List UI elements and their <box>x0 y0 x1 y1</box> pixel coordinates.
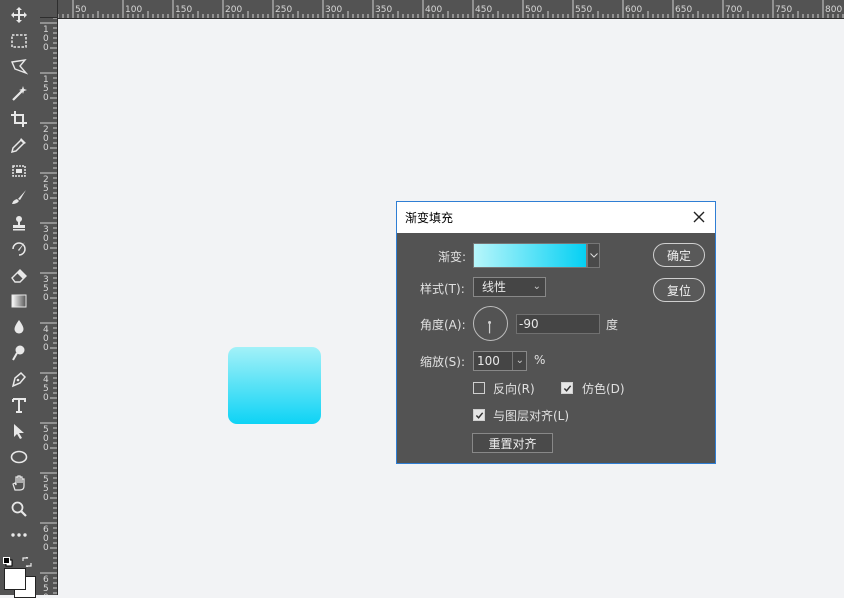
hand-icon[interactable] <box>8 473 30 493</box>
marquee-icon[interactable] <box>8 31 30 51</box>
zoom-icon[interactable] <box>8 499 30 519</box>
tools-panel <box>0 0 41 598</box>
eyedropper-icon[interactable] <box>8 135 30 155</box>
path-selection-icon[interactable] <box>8 421 30 441</box>
ok-button[interactable]: 确定 <box>653 243 705 267</box>
brush-icon[interactable] <box>8 187 30 207</box>
blur-icon[interactable] <box>8 317 30 337</box>
close-icon[interactable] <box>689 207 709 227</box>
ruler-label: 600 <box>625 5 643 15</box>
dodge-icon[interactable] <box>8 343 30 363</box>
checkmark-icon <box>475 411 483 419</box>
ruler-label: 300 <box>43 225 49 253</box>
lasso-icon[interactable] <box>8 57 30 77</box>
ruler-label: 700 <box>725 5 743 15</box>
reverse-checkbox[interactable] <box>473 382 485 394</box>
ruler-label: 500 <box>43 425 49 453</box>
crop-icon[interactable] <box>8 109 30 129</box>
vertical-ruler: 100 150 200 250 300 350 400 450 500 550 600 650 <box>40 18 58 595</box>
scale-input-value: 100 <box>477 354 500 368</box>
style-select[interactable]: 线性 ⌄ <box>473 277 546 297</box>
history-brush-icon[interactable] <box>8 239 30 259</box>
healing-brush-icon[interactable] <box>8 161 30 181</box>
foreground-color-swatch[interactable] <box>4 568 26 590</box>
ruler-label: 450 <box>475 5 493 15</box>
ruler-label: 250 <box>275 5 293 15</box>
ruler-label: 100 <box>43 25 49 53</box>
style-select-value: 线性 <box>482 280 507 294</box>
ruler-label: 800 <box>825 5 843 15</box>
dither-label: 仿色(D) <box>582 382 625 396</box>
gradient-label: 渐变: <box>438 250 467 264</box>
ruler-label: 750 <box>775 5 793 15</box>
ruler-label: 350 <box>375 5 393 15</box>
ruler-label: 550 <box>43 475 49 503</box>
more-tools-icon[interactable] <box>8 525 30 545</box>
checkmark-icon <box>563 384 571 392</box>
scale-label: 缩放(S): <box>420 355 466 369</box>
gradient-preview-swatch[interactable] <box>473 243 587 268</box>
scale-unit: % <box>534 353 546 367</box>
style-label: 样式(T): <box>420 282 465 296</box>
pen-icon[interactable] <box>8 369 30 389</box>
align-with-layer-label: 与图层对齐(L) <box>493 409 570 423</box>
ruler-label: 550 <box>575 5 593 15</box>
ruler-label: 600 <box>43 525 49 553</box>
gradient-rounded-rectangle[interactable] <box>228 347 321 424</box>
chevron-down-icon: ⌄ <box>532 281 541 292</box>
gradient-fill-dialog: 渐变填充 渐变: 样式(T): 线性 ⌄ 角度(A): -90 度 缩放(S):… <box>396 201 716 464</box>
ruler-label: 150 <box>175 5 193 15</box>
dither-checkbox[interactable] <box>561 382 573 394</box>
eraser-icon[interactable] <box>8 265 30 285</box>
gradient-picker-dropdown[interactable] <box>587 243 600 268</box>
dialog-title: 渐变填充 <box>405 211 454 225</box>
ruler-label: 50 <box>75 5 87 15</box>
ruler-label: 350 <box>43 275 49 303</box>
gradient-icon[interactable] <box>8 291 30 311</box>
angle-input[interactable]: -90 <box>516 314 600 334</box>
ruler-label: 400 <box>43 325 49 353</box>
scale-input[interactable]: 100 ⌄ <box>473 351 527 371</box>
move-icon[interactable] <box>8 5 30 25</box>
ruler-origin[interactable] <box>40 0 58 18</box>
angle-dial[interactable] <box>473 306 508 341</box>
dialog-titlebar[interactable]: 渐变填充 <box>397 202 715 233</box>
ruler-label: 450 <box>43 375 49 403</box>
ruler-label: 250 <box>43 175 49 203</box>
ruler-label: 500 <box>525 5 543 15</box>
default-colors-icon[interactable] <box>3 552 13 567</box>
ruler-label: 200 <box>225 5 243 15</box>
swap-colors-icon[interactable] <box>22 552 32 568</box>
ruler-label: 650 <box>675 5 693 15</box>
magic-wand-icon[interactable] <box>8 83 30 103</box>
ruler-label: 100 <box>125 5 143 15</box>
ellipse-icon[interactable] <box>8 447 30 467</box>
angle-label: 角度(A): <box>420 318 466 332</box>
angle-unit: 度 <box>606 318 619 332</box>
type-icon[interactable] <box>8 395 30 415</box>
ruler-label: 650 <box>43 575 49 596</box>
ruler-label: 400 <box>425 5 443 15</box>
align-with-layer-checkbox[interactable] <box>473 409 485 421</box>
reset-button[interactable]: 复位 <box>653 278 705 302</box>
reset-align-button[interactable]: 重置对齐 <box>472 433 553 453</box>
chevron-down-icon <box>589 253 598 258</box>
ruler-label: 200 <box>43 125 49 153</box>
reverse-label: 反向(R) <box>493 382 535 396</box>
horizontal-ruler: 50 100 150 200 250 300 350 400 450 500 550 600 650 70… <box>40 0 844 19</box>
clone-stamp-icon[interactable] <box>8 213 30 233</box>
ruler-label: 150 <box>43 75 49 103</box>
chevron-down-icon[interactable]: ⌄ <box>511 352 524 370</box>
ruler-label: 300 <box>325 5 343 15</box>
